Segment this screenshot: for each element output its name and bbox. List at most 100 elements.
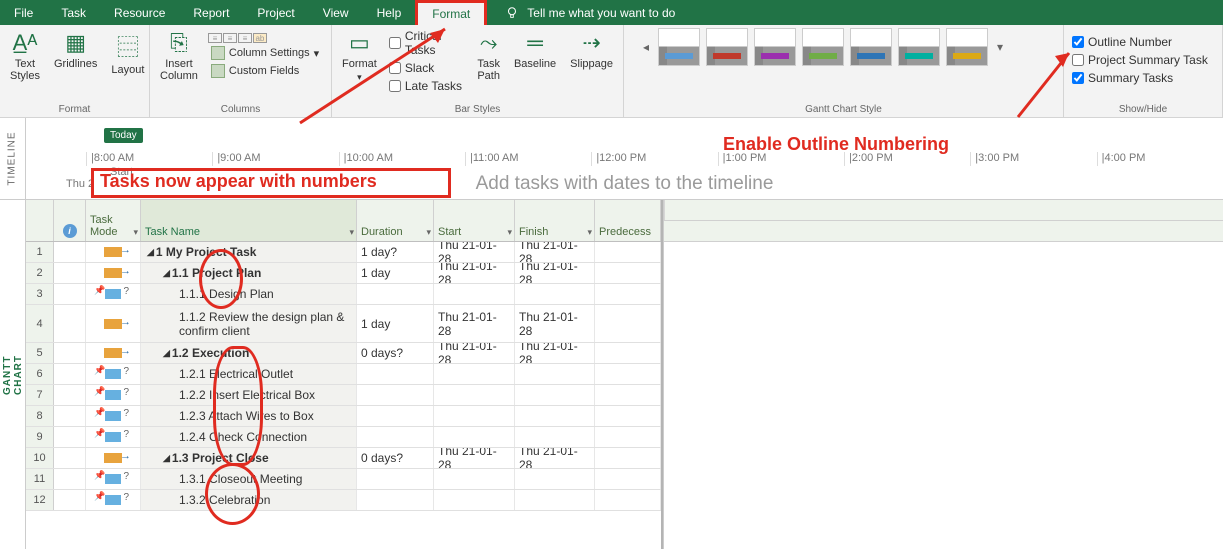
task-name-cell[interactable]: ◢1.1 Project Plan	[141, 263, 357, 283]
gantt-bars-panel[interactable]	[663, 200, 1223, 549]
start-cell[interactable]	[434, 385, 515, 405]
task-name-cell[interactable]: ◢1 My Project Task	[141, 242, 357, 262]
task-mode-cell[interactable]	[86, 284, 141, 304]
summary-tasks-checkbox[interactable]: Summary Tasks	[1070, 70, 1216, 86]
duration-cell[interactable]: 1 day	[357, 263, 434, 283]
row-info[interactable]	[54, 385, 86, 405]
duration-cell[interactable]	[357, 385, 434, 405]
start-cell[interactable]	[434, 284, 515, 304]
row-number[interactable]: 1	[26, 242, 54, 262]
table-row[interactable]: 4 1.1.2 Review the design plan & confirm…	[26, 305, 661, 343]
collapse-icon[interactable]: ◢	[147, 247, 154, 258]
row-info[interactable]	[54, 427, 86, 447]
task-mode-cell[interactable]	[86, 406, 141, 426]
task-mode-cell[interactable]	[86, 385, 141, 405]
start-cell[interactable]	[434, 364, 515, 384]
predecessor-cell[interactable]	[595, 385, 661, 405]
baseline-button[interactable]: ═Baseline	[510, 28, 560, 94]
predecessor-cell[interactable]	[595, 469, 661, 489]
finish-cell[interactable]	[515, 490, 595, 510]
task-mode-cell[interactable]	[86, 469, 141, 489]
slack-checkbox[interactable]: Slack	[387, 60, 467, 76]
task-mode-cell[interactable]	[86, 263, 141, 283]
table-row[interactable]: 8 1.2.3 Attach Wires to Box	[26, 406, 661, 427]
table-row[interactable]: 12 1.3.2 Celebration	[26, 490, 661, 511]
row-info[interactable]	[54, 490, 86, 510]
duration-cell[interactable]	[357, 427, 434, 447]
style-more-button[interactable]: ▾	[994, 40, 1006, 54]
duration-cell[interactable]	[357, 469, 434, 489]
header-info[interactable]: i	[54, 200, 86, 241]
row-number[interactable]: 11	[26, 469, 54, 489]
header-start[interactable]: Start▾	[434, 200, 515, 241]
predecessor-cell[interactable]	[595, 305, 661, 342]
table-row[interactable]: 7 1.2.2 Insert Electrical Box	[26, 385, 661, 406]
task-mode-cell[interactable]	[86, 242, 141, 262]
row-info[interactable]	[54, 284, 86, 304]
table-row[interactable]: 10 ◢1.3 Project Close 0 days? Thu 21-01-…	[26, 448, 661, 469]
predecessor-cell[interactable]	[595, 284, 661, 304]
finish-cell[interactable]: Thu 21-01-28	[515, 305, 595, 342]
row-number[interactable]: 2	[26, 263, 54, 283]
duration-cell[interactable]: 1 day?	[357, 242, 434, 262]
gantt-style-6[interactable]	[898, 28, 940, 66]
style-prev-button[interactable]: ◂	[640, 40, 652, 54]
row-number[interactable]: 9	[26, 427, 54, 447]
table-row[interactable]: 9 1.2.4 Check Connection	[26, 427, 661, 448]
gridlines-button[interactable]: ▦Gridlines	[50, 28, 101, 84]
row-number[interactable]: 5	[26, 343, 54, 363]
timeline-panel[interactable]: Today |8:00 AM|9:00 AM|10:00 AM|11:00 AM…	[26, 118, 1223, 199]
menu-task[interactable]: Task	[47, 0, 100, 25]
finish-cell[interactable]	[515, 406, 595, 426]
outline-number-checkbox[interactable]: Outline Number	[1070, 34, 1216, 50]
format-bar-button[interactable]: ▭Format▾	[338, 28, 381, 94]
row-info[interactable]	[54, 343, 86, 363]
task-mode-cell[interactable]	[86, 490, 141, 510]
menu-help[interactable]: Help	[363, 0, 416, 25]
collapse-icon[interactable]: ◢	[163, 268, 170, 279]
task-name-cell[interactable]: 1.2.4 Check Connection	[141, 427, 357, 447]
tell-me-input[interactable]: Tell me what you want to do	[527, 6, 675, 20]
late-tasks-checkbox[interactable]: Late Tasks	[387, 78, 467, 94]
table-row[interactable]: 11 1.3.1 Closeout Meeting	[26, 469, 661, 490]
start-cell[interactable]: Thu 21-01-28	[434, 305, 515, 342]
row-info[interactable]	[54, 242, 86, 262]
critical-tasks-checkbox[interactable]: Critical Tasks	[387, 28, 467, 58]
row-number[interactable]: 3	[26, 284, 54, 304]
task-name-cell[interactable]: ◢1.2 Execution	[141, 343, 357, 363]
start-cell[interactable]	[434, 490, 515, 510]
custom-fields-button[interactable]: Custom Fields	[208, 63, 322, 79]
table-row[interactable]: 1 ◢1 My Project Task 1 day? Thu 21-01-28…	[26, 242, 661, 263]
finish-cell[interactable]	[515, 284, 595, 304]
menu-resource[interactable]: Resource	[100, 0, 179, 25]
start-cell[interactable]: Thu 21-01-28	[434, 242, 515, 262]
task-name-cell[interactable]: 1.2.2 Insert Electrical Box	[141, 385, 357, 405]
collapse-icon[interactable]: ◢	[163, 453, 170, 464]
task-mode-cell[interactable]	[86, 343, 141, 363]
table-row[interactable]: 6 1.2.1 Electrical Outlet	[26, 364, 661, 385]
task-mode-cell[interactable]	[86, 364, 141, 384]
row-number[interactable]: 6	[26, 364, 54, 384]
task-name-cell[interactable]: 1.3.2 Celebration	[141, 490, 357, 510]
table-row[interactable]: 5 ◢1.2 Execution 0 days? Thu 21-01-28 Th…	[26, 343, 661, 364]
alignment-grid[interactable]: ≡≡≡ab	[208, 33, 322, 43]
finish-cell[interactable]	[515, 469, 595, 489]
header-task-mode[interactable]: Task Mode▾	[86, 200, 141, 241]
task-name-cell[interactable]: 1.2.3 Attach Wires to Box	[141, 406, 357, 426]
start-cell[interactable]: Thu 21-01-28	[434, 448, 515, 468]
duration-cell[interactable]	[357, 364, 434, 384]
row-info[interactable]	[54, 305, 86, 342]
start-cell[interactable]: Thu 21-01-28	[434, 263, 515, 283]
predecessor-cell[interactable]	[595, 364, 661, 384]
predecessor-cell[interactable]	[595, 490, 661, 510]
header-predecessors[interactable]: Predecess	[595, 200, 661, 241]
task-name-cell[interactable]: ◢1.3 Project Close	[141, 448, 357, 468]
duration-cell[interactable]: 1 day	[357, 305, 434, 342]
gantt-style-7[interactable]	[946, 28, 988, 66]
finish-cell[interactable]: Thu 21-01-28	[515, 448, 595, 468]
table-row[interactable]: 3 1.1.1 Design Plan	[26, 284, 661, 305]
predecessor-cell[interactable]	[595, 242, 661, 262]
start-cell[interactable]	[434, 469, 515, 489]
insert-column-button[interactable]: ⎘Insert Column	[156, 28, 202, 84]
predecessor-cell[interactable]	[595, 263, 661, 283]
